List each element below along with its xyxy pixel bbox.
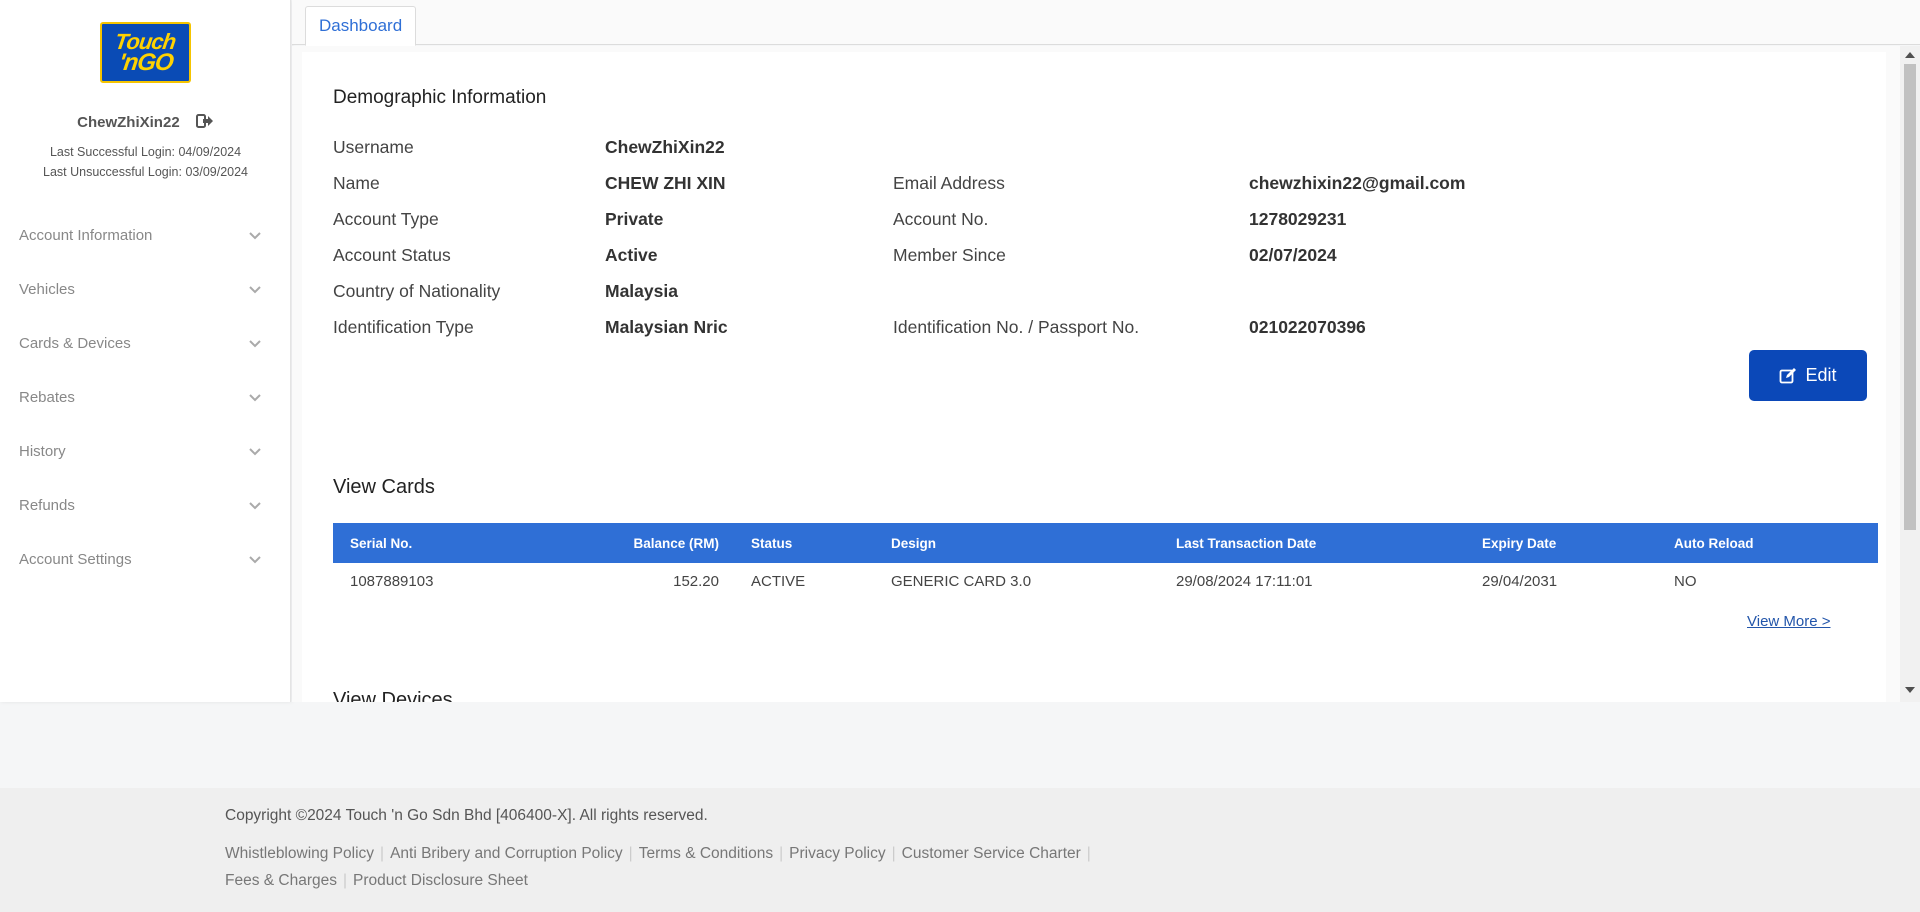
separator: | [380, 845, 385, 862]
col-balance: Balance (RM) [533, 523, 734, 563]
footer-links-row-1: Whistleblowing Policy | Anti Bribery and C… [225, 845, 1205, 863]
email-value: chewzhixin22@gmail.com [1249, 173, 1466, 193]
copyright-text: Copyright ©2024 Touch 'n Go Sdn Bhd [406… [225, 807, 708, 824]
link-terms-conditions[interactable]: Terms & Conditions [639, 845, 773, 862]
logo-line2: 'nGO [116, 48, 175, 76]
account-type-value: Private [605, 209, 664, 229]
separator: | [1086, 845, 1091, 862]
sidebar-item-label: History [19, 442, 66, 460]
col-serial-no: Serial No. [333, 523, 533, 563]
last-successful-login: Last Successful Login: 04/09/2024 [49, 145, 242, 159]
main-content: Demographic Information Username ChewZhi… [292, 46, 1900, 702]
member-since-label: Member Since [893, 245, 1006, 265]
edit-icon [1779, 367, 1797, 385]
link-anti-bribery-policy[interactable]: Anti Bribery and Corruption Policy [390, 845, 623, 862]
logout-icon[interactable] [195, 114, 214, 132]
sidebar: Touch 'nGO ChewZhiXin22 Last Successful … [0, 0, 291, 702]
name-label: Name [333, 173, 380, 193]
chevron-down-icon [249, 335, 261, 352]
chevron-down-icon [249, 443, 261, 460]
cell-auto-reload: NO [1674, 572, 1697, 590]
chevron-down-icon [249, 389, 261, 406]
col-expiry-date: Expiry Date [1465, 523, 1657, 563]
footer: Copyright ©2024 Touch 'n Go Sdn Bhd [406… [0, 788, 1920, 912]
cell-serial-no: 1087889103 [350, 572, 434, 590]
username-label: Username [333, 137, 414, 157]
name-value: CHEW ZHI XIN [605, 173, 726, 193]
scroll-up-arrow-icon[interactable] [1905, 52, 1915, 58]
sidebar-item-cards-devices[interactable]: Cards & Devices [0, 316, 291, 370]
sidebar-item-account-information[interactable]: Account Information [0, 208, 291, 262]
cell-design: GENERIC CARD 3.0 [891, 572, 1032, 590]
sidebar-item-account-settings[interactable]: Account Settings [0, 532, 291, 586]
edit-label: Edit [1805, 365, 1837, 385]
demographic-title: Demographic Information [333, 87, 547, 108]
member-since-value: 02/07/2024 [1249, 245, 1337, 265]
id-no-value: 021022070396 [1249, 317, 1366, 337]
separator: | [779, 845, 784, 862]
sidebar-item-history[interactable]: History [0, 424, 291, 478]
link-whistleblowing-policy[interactable]: Whistleblowing Policy [225, 845, 374, 862]
dashboard-panel: Demographic Information Username ChewZhi… [302, 52, 1886, 702]
separator: | [343, 872, 348, 889]
link-fees-charges[interactable]: Fees & Charges [225, 872, 337, 889]
tab-dashboard[interactable]: Dashboard [305, 6, 417, 46]
account-status-label: Account Status [333, 245, 451, 265]
cell-status: ACTIVE [751, 572, 806, 590]
scrollbar-thumb[interactable] [1904, 64, 1916, 530]
username-value: ChewZhiXin22 [605, 137, 725, 157]
id-no-label: Identification No. / Passport No. [893, 317, 1140, 337]
account-no-value: 1278029231 [1249, 209, 1347, 229]
account-status-value: Active [605, 245, 658, 265]
sidebar-menu: Account Information Vehicles Cards & Dev… [0, 208, 291, 586]
sidebar-item-label: Rebates [19, 388, 75, 406]
view-devices-title: View Devices [333, 689, 453, 702]
account-type-label: Account Type [333, 209, 439, 229]
footer-links-row-2: Fees & Charges | Product Disclosure Sheet [225, 872, 1205, 890]
table-header-row: Serial No. Balance (RM) Status Design La… [333, 523, 1878, 563]
link-customer-service-charter[interactable]: Customer Service Charter [902, 845, 1081, 862]
sidebar-item-label: Vehicles [19, 280, 75, 298]
chevron-down-icon [249, 497, 261, 514]
cards-table: Serial No. Balance (RM) Status Design La… [333, 523, 1878, 599]
tab-bar: Dashboard [292, 0, 1920, 46]
email-label: Email Address [893, 173, 1005, 193]
sidebar-item-refunds[interactable]: Refunds [0, 478, 291, 532]
sidebar-item-vehicles[interactable]: Vehicles [0, 262, 291, 316]
account-no-label: Account No. [893, 209, 989, 229]
sidebar-item-label: Account Settings [19, 550, 132, 568]
scroll-down-arrow-icon[interactable] [1905, 687, 1915, 693]
view-cards-title: View Cards [333, 476, 435, 498]
cell-expiry: 29/04/2031 [1482, 572, 1558, 590]
col-status: Status [734, 523, 874, 563]
link-privacy-policy[interactable]: Privacy Policy [789, 845, 885, 862]
id-type-value: Malaysian Nric [605, 317, 728, 337]
separator: | [891, 845, 896, 862]
user-row: ChewZhiXin22 [0, 114, 291, 132]
separator: | [628, 845, 633, 862]
cell-balance: 152.20 [673, 572, 719, 590]
cell-last-transaction: 29/08/2024 17:11:01 [1176, 572, 1313, 590]
table-row: 1087889103 152.20 ACTIVE GENERIC CARD 3.… [333, 563, 1878, 599]
id-type-label: Identification Type [333, 317, 474, 337]
country-label: Country of Nationality [333, 281, 501, 301]
view-more-link[interactable]: View More > [1747, 613, 1831, 630]
col-last-transaction-date: Last Transaction Date [1159, 523, 1465, 563]
sidebar-item-label: Refunds [19, 496, 75, 514]
sidebar-username: ChewZhiXin22 [77, 114, 180, 131]
chevron-down-icon [249, 227, 261, 244]
chevron-down-icon [249, 281, 261, 298]
sidebar-item-label: Account Information [19, 226, 153, 244]
country-value: Malaysia [605, 281, 678, 301]
link-product-disclosure-sheet[interactable]: Product Disclosure Sheet [353, 872, 528, 889]
col-auto-reload: Auto Reload [1657, 523, 1878, 563]
sidebar-item-label: Cards & Devices [19, 334, 131, 352]
main-scrollbar[interactable] [1900, 46, 1920, 702]
col-design: Design [874, 523, 1159, 563]
sidebar-item-rebates[interactable]: Rebates [0, 370, 291, 424]
edit-button[interactable]: Edit [1749, 350, 1867, 401]
touch-n-go-logo[interactable]: Touch 'nGO [100, 22, 191, 83]
last-unsuccessful-login: Last Unsuccessful Login: 03/09/2024 [43, 165, 248, 179]
chevron-down-icon [249, 551, 261, 568]
